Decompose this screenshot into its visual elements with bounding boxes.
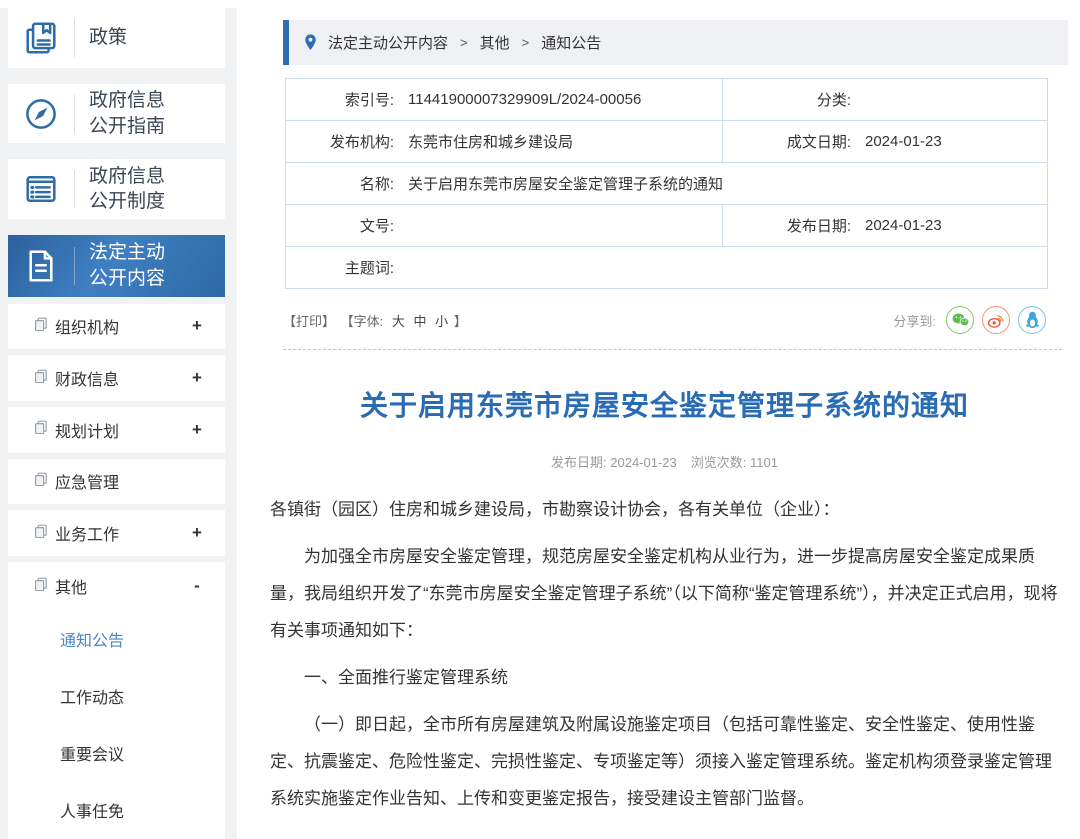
written-date-label: 成文日期: <box>723 131 851 152</box>
pages-icon <box>34 369 48 388</box>
sidebar-item-label: 法定主动公开内容 <box>75 240 175 291</box>
sidebar-item-legal-disclosure[interactable]: 法定主动公开内容 <box>8 235 225 297</box>
collapse-icon[interactable]: - <box>191 576 203 596</box>
pages-icon <box>34 472 48 491</box>
sidebar: 政策 政府信息公开指南 政府信息公开制度 <box>0 0 237 839</box>
table-row: 主题词: <box>286 247 1048 289</box>
breadcrumb: 法定主动公开内容 > 其他 > 通知公告 <box>283 20 1068 65</box>
index-number-label: 索引号: <box>286 89 394 110</box>
sidebar-item-finance[interactable]: 财政信息 + <box>8 355 225 401</box>
keywords-label: 主题词: <box>286 257 394 278</box>
menu-item-label: 业务工作 <box>55 521 119 545</box>
publish-date-label: 发布日期: <box>551 455 607 470</box>
publish-date-label: 发布日期: <box>723 215 851 236</box>
document-meta-table: 索引号: 11441900007329909L/2024-00056 分类: 发… <box>285 78 1048 289</box>
weibo-share-icon[interactable] <box>982 306 1010 334</box>
written-date-value: 2024-01-23 <box>851 133 1047 150</box>
table-row: 名称: 关于启用东莞市房屋安全鉴定管理子系统的通知 <box>286 163 1048 205</box>
table-row: 索引号: 11441900007329909L/2024-00056 分类: <box>286 79 1048 121</box>
menu-item-label: 组织机构 <box>55 314 119 338</box>
divider <box>283 349 1062 350</box>
menu-item-label: 规划计划 <box>55 418 119 442</box>
publish-date: 2024-01-23 <box>610 455 677 470</box>
wechat-share-icon[interactable] <box>946 306 974 334</box>
font-size-label-close: 】 <box>454 314 467 329</box>
font-size-small-button[interactable]: 小 <box>435 314 448 329</box>
breadcrumb-item[interactable]: 其他 <box>480 32 510 53</box>
view-count-label: 浏览次数: <box>691 455 747 470</box>
location-pin-icon <box>303 33 318 52</box>
menu-item-label: 应急管理 <box>55 469 119 493</box>
paragraph: （一）即日起，全市所有房屋建筑及附属设施鉴定项目（包括可靠性鉴定、安全性鉴定、使… <box>270 706 1060 817</box>
sidebar-item-info-guide[interactable]: 政府信息公开指南 <box>8 84 225 144</box>
book-icon <box>8 19 74 57</box>
font-size-large-button[interactable]: 大 <box>392 314 405 329</box>
sidebar-item-business[interactable]: 业务工作 + <box>8 510 225 556</box>
paragraph: 一、全面推行鉴定管理系统 <box>270 659 1060 696</box>
article: 关于启用东莞市房屋安全鉴定管理子系统的通知 发布日期: 2024-01-23 浏… <box>283 384 1046 817</box>
view-count: 1101 <box>750 455 778 470</box>
category-label: 分类: <box>723 89 851 110</box>
menu-item-label: 其他 <box>55 574 87 598</box>
sidebar-item-emergency[interactable]: 应急管理 <box>8 459 225 505</box>
main-content: 法定主动公开内容 > 其他 > 通知公告 索引号: 11441900007329… <box>237 0 1080 839</box>
font-size-medium-button[interactable]: 中 <box>414 314 427 329</box>
pages-icon <box>34 577 48 596</box>
share-label: 分享到: <box>893 311 936 330</box>
sidebar-item-label: 政策 <box>75 25 175 51</box>
qq-share-icon[interactable] <box>1018 306 1046 334</box>
share-box: 分享到: <box>893 306 1046 334</box>
doc-number-label: 文号: <box>286 215 394 236</box>
index-number-value: 11441900007329909L/2024-00056 <box>394 91 722 108</box>
table-row: 发布机构: 东莞市住房和城乡建设局 成文日期: 2024-01-23 <box>286 121 1048 163</box>
issuing-agency-label: 发布机构: <box>286 131 394 152</box>
breadcrumb-item[interactable]: 法定主动公开内容 <box>328 32 448 53</box>
paragraph: 为加强全市房屋安全鉴定管理，规范房屋安全鉴定机构从业行为，进一步提高房屋安全鉴定… <box>270 538 1060 649</box>
print-button[interactable]: 【打印】 <box>283 314 335 329</box>
breadcrumb-separator: > <box>522 35 530 50</box>
sidebar-subitem-important-meetings[interactable]: 重要会议 <box>8 725 225 782</box>
page: 政策 政府信息公开指南 政府信息公开制度 <box>0 0 1080 839</box>
sidebar-item-organization[interactable]: 组织机构 + <box>8 304 225 350</box>
sidebar-item-label: 政府信息公开指南 <box>75 88 175 139</box>
publish-date-value: 2024-01-23 <box>851 217 1047 234</box>
font-size-label: 【字体: <box>341 314 384 329</box>
pages-icon <box>34 524 48 543</box>
sidebar-item-others-header[interactable]: 其他 - <box>8 562 225 611</box>
sidebar-item-planning[interactable]: 规划计划 + <box>8 407 225 453</box>
pages-icon <box>34 317 48 336</box>
article-body: 各镇街（园区）住房和城乡建设局，市勘察设计协会，各有关单位（企业）： 为加强全市… <box>270 491 1060 817</box>
sidebar-item-label: 政府信息公开制度 <box>75 164 175 215</box>
document-icon <box>8 247 74 285</box>
page-title: 关于启用东莞市房屋安全鉴定管理子系统的通知 <box>283 384 1046 424</box>
pages-icon <box>34 420 48 439</box>
expand-icon[interactable]: + <box>191 420 203 440</box>
issuing-agency-value: 东莞市住房和城乡建设局 <box>394 131 722 152</box>
expand-icon[interactable]: + <box>191 316 203 336</box>
breadcrumb-separator: > <box>460 35 468 50</box>
menu-item-label: 财政信息 <box>55 366 119 390</box>
table-row: 文号: 发布日期: 2024-01-23 <box>286 205 1048 247</box>
expand-icon[interactable]: + <box>191 368 203 388</box>
sidebar-item-policy[interactable]: 政策 <box>8 8 225 68</box>
sidebar-subitem-notices[interactable]: 通知公告 <box>8 611 225 668</box>
tools-row: 【打印】 【字体: 大 中 小 】 分享到: <box>283 306 1046 334</box>
sidebar-subitem-work-updates[interactable]: 工作动态 <box>8 668 225 725</box>
compass-icon <box>8 95 74 133</box>
title-label: 名称: <box>286 173 394 194</box>
sidebar-subitem-personnel[interactable]: 人事任免 <box>8 782 225 839</box>
expand-icon[interactable]: + <box>191 523 203 543</box>
paragraph: 各镇街（园区）住房和城乡建设局，市勘察设计协会，各有关单位（企业）： <box>270 491 1060 528</box>
article-meta: 发布日期: 2024-01-23 浏览次数: 1101 <box>283 452 1046 471</box>
sidebar-item-others: 其他 - 通知公告 工作动态 重要会议 人事任免 <box>8 562 225 839</box>
list-document-icon <box>8 170 74 208</box>
sidebar-item-info-system[interactable]: 政府信息公开制度 <box>8 159 225 219</box>
title-value: 关于启用东莞市房屋安全鉴定管理子系统的通知 <box>394 173 1047 194</box>
breadcrumb-item[interactable]: 通知公告 <box>541 32 601 53</box>
